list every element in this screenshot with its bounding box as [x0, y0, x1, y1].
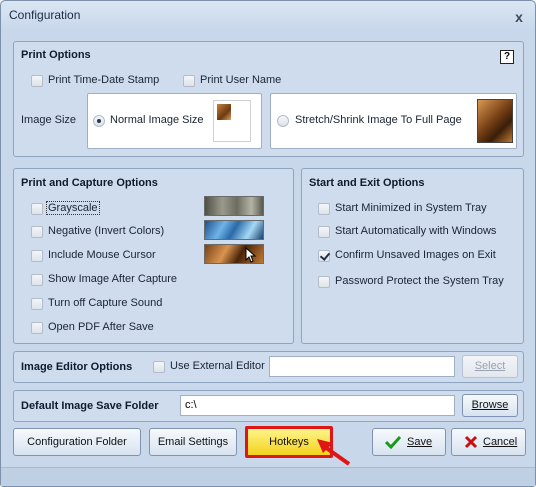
- stretch-shrink-box[interactable]: Stretch/Shrink Image To Full Page: [270, 93, 517, 149]
- save-button[interactable]: Save: [372, 428, 446, 456]
- negative-preview-image: [204, 220, 264, 240]
- include-mouse-cursor-checkbox[interactable]: [31, 250, 43, 262]
- start-exit-options-title: Start and Exit Options: [309, 177, 425, 189]
- cancel-button-label: Cancel: [483, 436, 518, 448]
- confirm-unsaved-images-label: Confirm Unsaved Images on Exit: [335, 249, 496, 261]
- close-icon[interactable]: x: [511, 9, 527, 25]
- grayscale-label: Grayscale: [46, 201, 100, 215]
- negative-checkbox[interactable]: [31, 226, 43, 238]
- print-user-name-label: Print User Name: [200, 74, 282, 86]
- save-button-label: Save: [407, 436, 433, 448]
- x-icon: [464, 435, 478, 449]
- mouse-cursor-preview-image: [204, 244, 264, 264]
- grayscale-checkbox[interactable]: [31, 203, 43, 215]
- default-save-folder-panel: Default Image Save Folder c:\ Browse: [13, 390, 524, 422]
- photo-thumbnail-full: [477, 99, 513, 143]
- start-automatically-label: Start Automatically with Windows: [335, 225, 497, 237]
- status-bar: [1, 467, 535, 486]
- check-icon: [385, 435, 401, 449]
- stretch-shrink-radio[interactable]: [277, 115, 289, 127]
- select-button[interactable]: Select: [462, 355, 518, 378]
- print-capture-options-title: Print and Capture Options: [21, 177, 158, 189]
- start-automatically-checkbox[interactable]: [318, 226, 330, 238]
- negative-label: Negative (Invert Colors): [48, 225, 165, 237]
- image-editor-options-title: Image Editor Options: [21, 361, 133, 373]
- normal-image-size-radio[interactable]: [93, 115, 105, 127]
- stretch-shrink-label: Stretch/Shrink Image To Full Page: [295, 114, 462, 126]
- configuration-dialog: Configuration x Print Options ? Print Ti…: [0, 0, 536, 487]
- cancel-button[interactable]: Cancel: [451, 428, 526, 456]
- window-title: Configuration: [9, 8, 81, 22]
- normal-size-preview: [213, 100, 251, 142]
- default-save-folder-title: Default Image Save Folder: [21, 400, 159, 412]
- password-protect-tray-label: Password Protect the System Tray: [335, 275, 504, 287]
- help-icon[interactable]: ?: [500, 50, 514, 64]
- print-capture-options-panel: Print and Capture Options Grayscale Nega…: [13, 168, 294, 344]
- print-options-title: Print Options: [21, 49, 91, 61]
- start-minimized-label: Start Minimized in System Tray: [335, 202, 487, 214]
- use-external-editor-checkbox[interactable]: [153, 361, 165, 373]
- normal-image-size-box[interactable]: Normal Image Size: [87, 93, 262, 149]
- open-pdf-after-save-label: Open PDF After Save: [48, 321, 154, 333]
- turn-off-capture-sound-checkbox[interactable]: [31, 298, 43, 310]
- image-editor-options-panel: Image Editor Options Use External Editor…: [13, 351, 524, 383]
- grayscale-preview-image: [204, 196, 264, 216]
- email-settings-button[interactable]: Email Settings: [149, 428, 237, 456]
- normal-image-size-label: Normal Image Size: [110, 114, 204, 126]
- print-options-panel: Print Options ? Print Time-Date Stamp Pr…: [13, 41, 524, 157]
- start-minimized-checkbox[interactable]: [318, 203, 330, 215]
- mouse-cursor-icon: [245, 247, 257, 263]
- browse-button[interactable]: Browse: [462, 394, 518, 417]
- external-editor-path-input[interactable]: [269, 356, 455, 377]
- print-time-date-stamp-label: Print Time-Date Stamp: [48, 74, 160, 86]
- red-arrow-icon: [317, 439, 351, 466]
- save-folder-input[interactable]: c:\: [180, 395, 455, 416]
- start-exit-options-panel: Start and Exit Options Start Minimized i…: [301, 168, 524, 344]
- image-size-label: Image Size: [21, 114, 77, 126]
- turn-off-capture-sound-label: Turn off Capture Sound: [48, 297, 163, 309]
- confirm-unsaved-images-checkbox[interactable]: [318, 250, 330, 262]
- photo-thumbnail-small: [217, 104, 231, 120]
- configuration-folder-button[interactable]: Configuration Folder: [13, 428, 141, 456]
- use-external-editor-label: Use External Editor: [170, 360, 265, 372]
- show-image-after-capture-checkbox[interactable]: [31, 274, 43, 286]
- open-pdf-after-save-checkbox[interactable]: [31, 322, 43, 334]
- print-time-date-stamp-checkbox[interactable]: [31, 75, 43, 87]
- title-bar[interactable]: Configuration x: [1, 1, 535, 31]
- include-mouse-cursor-label: Include Mouse Cursor: [48, 249, 156, 261]
- print-user-name-checkbox[interactable]: [183, 75, 195, 87]
- show-image-after-capture-label: Show Image After Capture: [48, 273, 178, 285]
- password-protect-tray-checkbox[interactable]: [318, 276, 330, 288]
